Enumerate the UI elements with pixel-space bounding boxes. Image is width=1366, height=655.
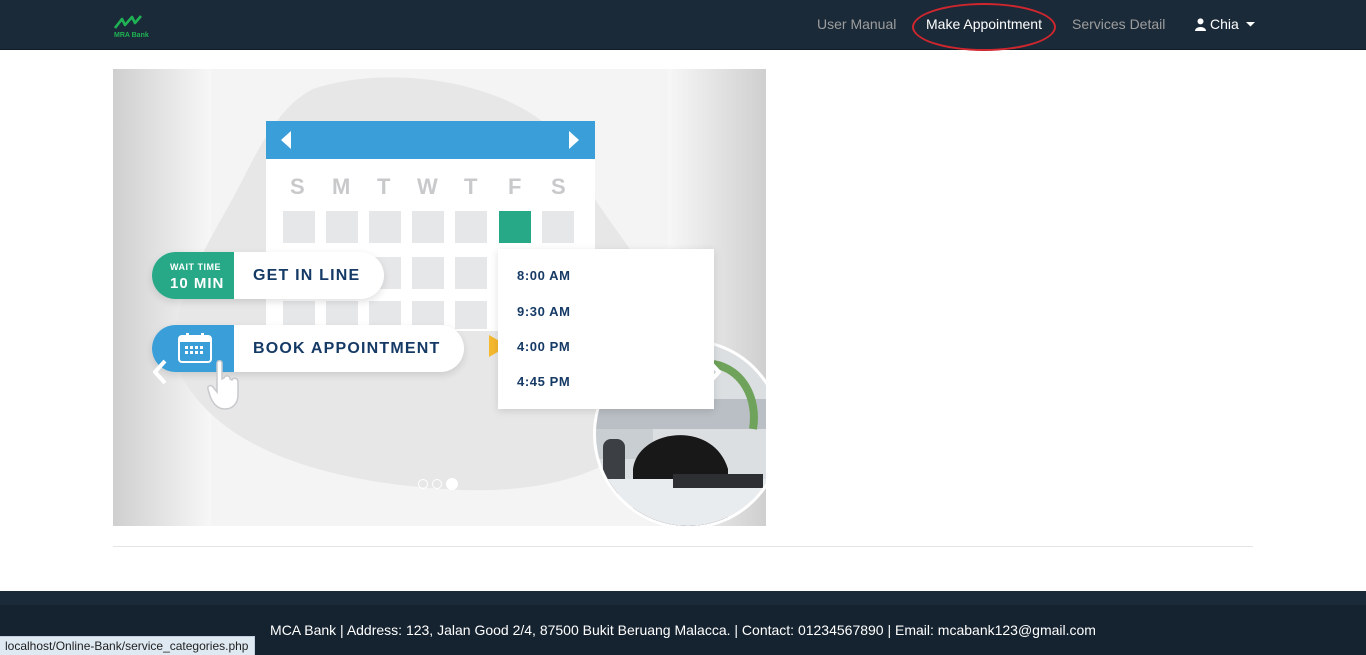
carousel-next-control[interactable] xyxy=(707,359,722,393)
book-appointment-pill: BOOK APPOINTMENT xyxy=(152,325,464,372)
user-icon xyxy=(1195,17,1206,31)
weekday-thu: T xyxy=(464,174,478,199)
time-slot: 8:00 AM xyxy=(517,268,571,283)
brand-logo[interactable]: MRA Bank xyxy=(113,14,159,42)
footer-band xyxy=(0,591,1366,605)
weekday-fri: F xyxy=(508,174,522,199)
brand-name: MRA Bank xyxy=(114,32,149,39)
weekday-sun: S xyxy=(290,174,305,199)
chevron-left-icon xyxy=(152,359,167,385)
user-name: Chia xyxy=(1210,16,1239,32)
wait-time-badge: WAIT TIME 10 MIN xyxy=(152,252,234,299)
carousel-indicator-active[interactable] xyxy=(446,478,458,490)
carousel-indicators xyxy=(418,478,458,490)
bank-logo-icon xyxy=(113,15,142,29)
top-navbar: MRA Bank User Manual Make Appointment Se… xyxy=(0,0,1366,51)
time-slot: 4:45 PM xyxy=(517,374,571,389)
weekday-mon: M xyxy=(332,174,351,199)
wait-time-label: WAIT TIME xyxy=(170,262,221,272)
wait-time-value: 10 MIN xyxy=(170,275,225,292)
time-slot: 9:30 AM xyxy=(517,304,571,319)
weekday-sat: S xyxy=(551,174,566,199)
time-slot-card: 8:00 AM 9:30 AM 4:00 PM 4:45 PM xyxy=(498,249,714,409)
appointment-carousel: S M T W T F S 8:00 AM 9:30 AM 4:00 PM 4:… xyxy=(113,69,766,526)
nav-make-appointment[interactable]: Make Appointment xyxy=(926,16,1042,32)
nav-user-manual[interactable]: User Manual xyxy=(817,16,896,32)
chevron-right-icon xyxy=(707,359,722,385)
nav-services-detail[interactable]: Services Detail xyxy=(1072,16,1165,32)
weekday-tue: T xyxy=(377,174,391,199)
hand-pointer-icon xyxy=(207,360,239,410)
content-divider xyxy=(113,546,1253,547)
carousel-indicator[interactable] xyxy=(418,479,428,489)
carousel-indicator[interactable] xyxy=(432,479,442,489)
browser-status-url: localhost/Online-Bank/service_categories… xyxy=(0,636,256,655)
book-appointment-label: BOOK APPOINTMENT xyxy=(253,340,441,357)
carousel-prev-control[interactable] xyxy=(152,359,167,393)
caret-down-icon xyxy=(1245,22,1255,27)
user-dropdown[interactable]: Chia xyxy=(1195,16,1255,32)
get-in-line-label: GET IN LINE xyxy=(253,267,361,284)
time-slot: 4:00 PM xyxy=(517,339,571,354)
weekday-wed: W xyxy=(417,174,438,199)
get-in-line-pill: WAIT TIME 10 MIN GET IN LINE xyxy=(152,252,384,299)
